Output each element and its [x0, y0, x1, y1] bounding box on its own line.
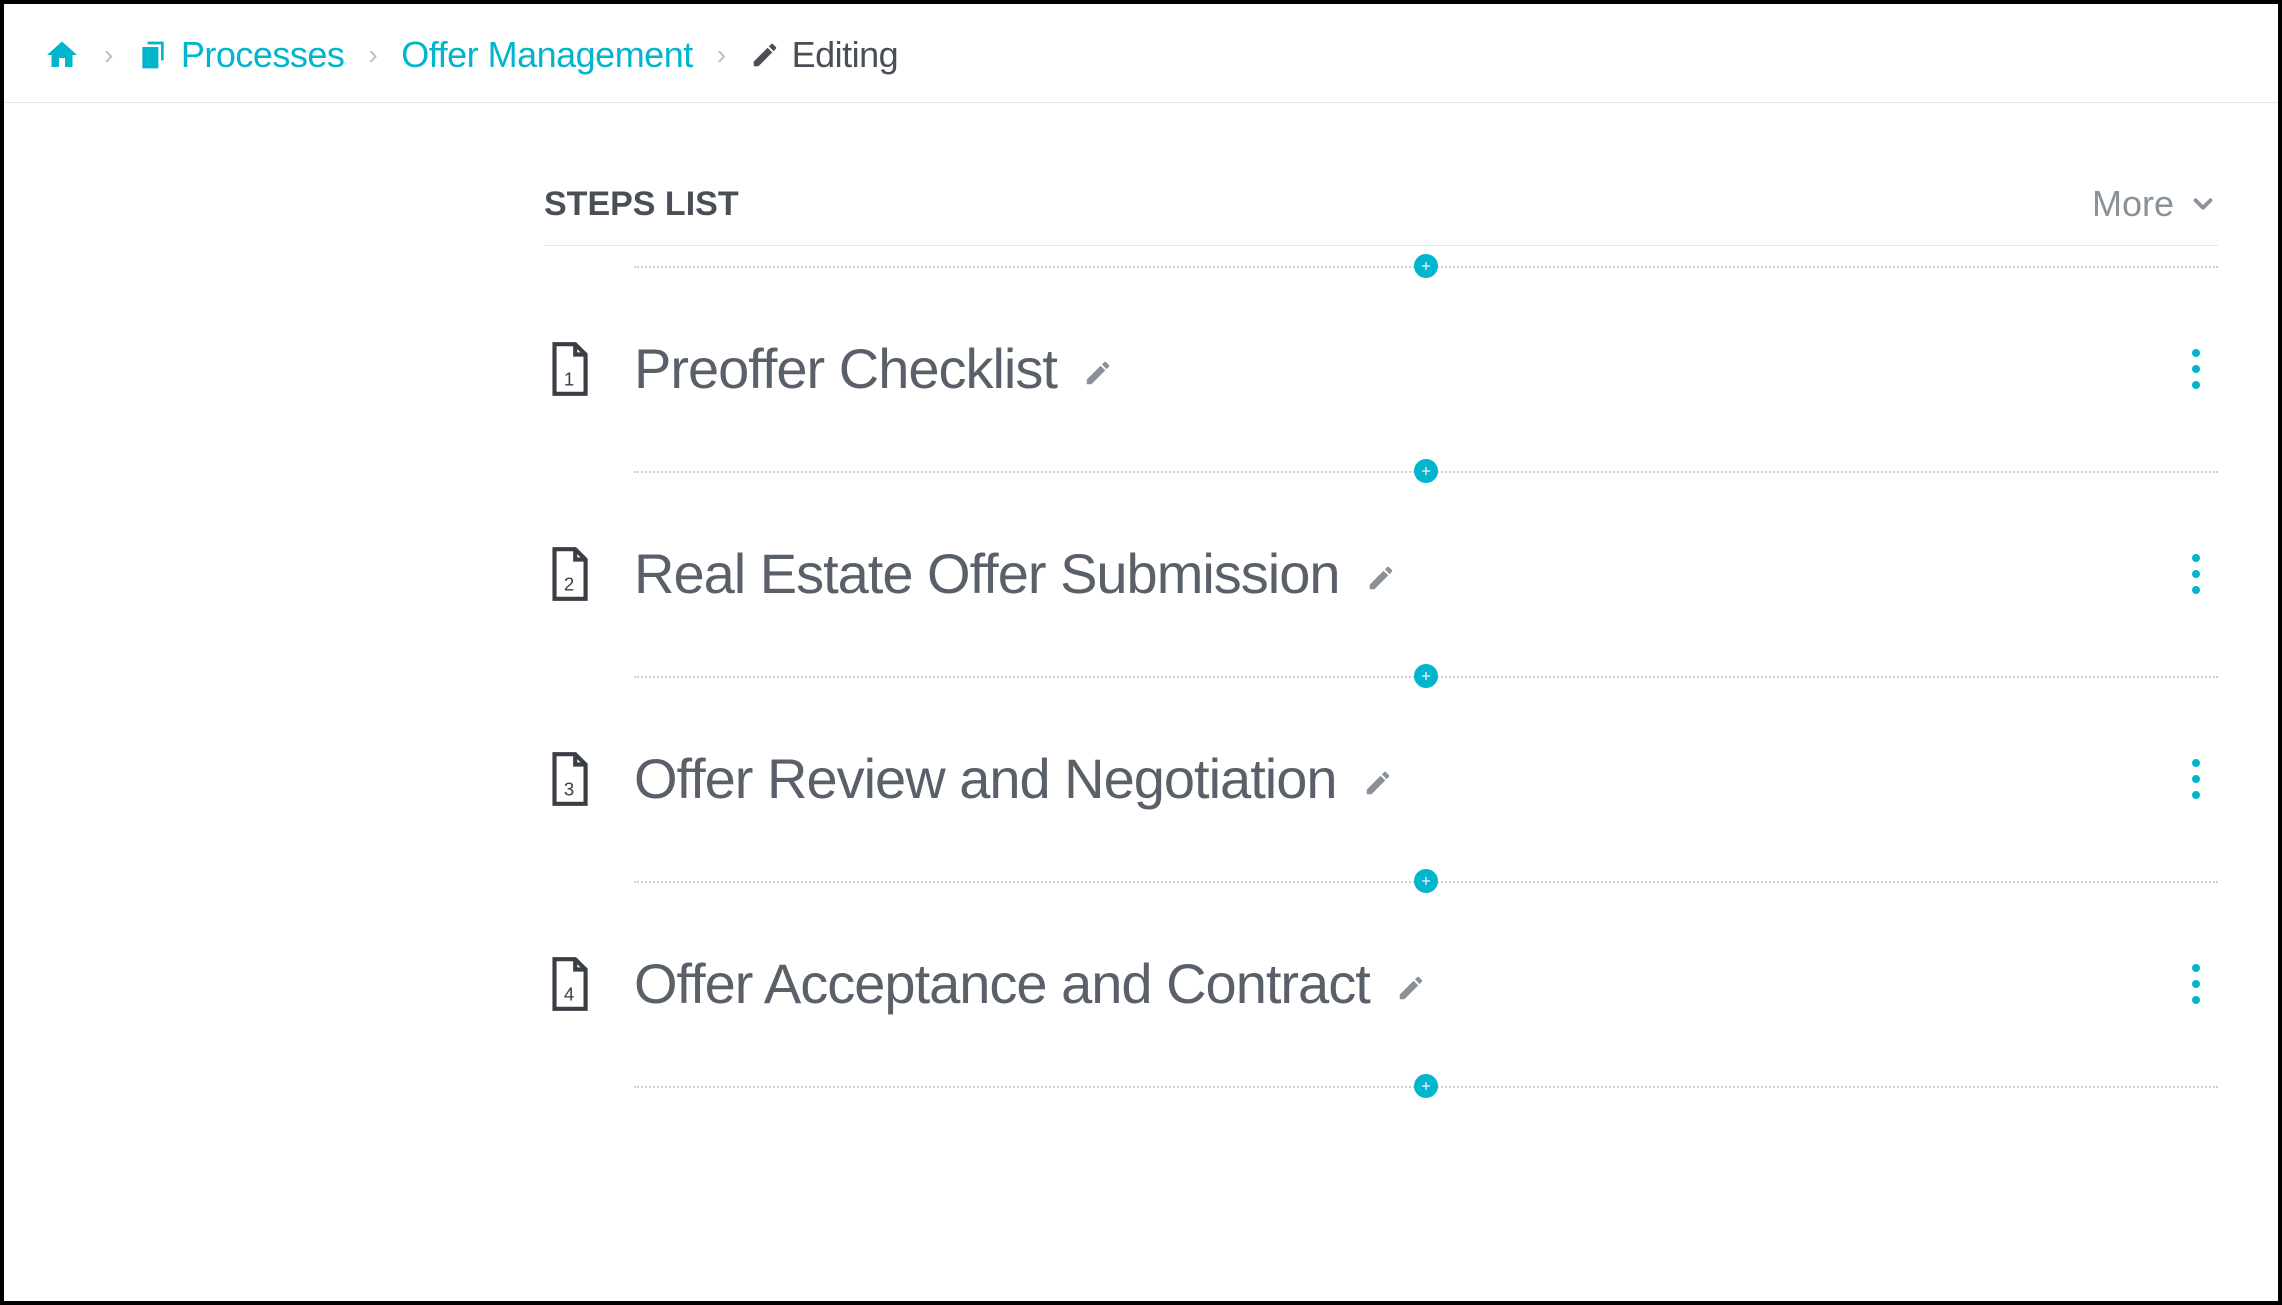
- chevron-right-icon: ›: [104, 39, 113, 71]
- chevron-down-icon: [2188, 189, 2218, 219]
- more-dropdown[interactable]: More: [2092, 183, 2218, 225]
- step-menu-button[interactable]: [2182, 339, 2210, 399]
- document-icon: 1: [544, 340, 594, 398]
- chevron-right-icon: ›: [368, 39, 377, 71]
- step-title: Real Estate Offer Submission: [634, 541, 1396, 606]
- step-title-text: Preoffer Checklist: [634, 336, 1057, 401]
- svg-text:1: 1: [564, 368, 574, 389]
- dot-icon: [2192, 759, 2200, 767]
- dot-icon: [2192, 964, 2200, 972]
- step-title: Offer Acceptance and Contract: [634, 951, 1426, 1016]
- pencil-icon: [1396, 973, 1426, 1003]
- home-icon: [44, 37, 80, 73]
- add-step-button[interactable]: [1414, 254, 1438, 278]
- add-step-separator: [634, 656, 2218, 696]
- plus-icon: [1419, 1079, 1433, 1093]
- step-title-text: Offer Review and Negotiation: [634, 746, 1337, 811]
- step-menu-button[interactable]: [2182, 544, 2210, 604]
- breadcrumb-editing-label: Editing: [792, 34, 899, 76]
- pencil-icon: [1366, 563, 1396, 593]
- dot-icon: [2192, 980, 2200, 988]
- more-label: More: [2092, 183, 2174, 225]
- edit-step-button[interactable]: [1366, 541, 1396, 606]
- step-title-text: Real Estate Offer Submission: [634, 541, 1340, 606]
- main-content: STEPS LIST More: [4, 103, 2278, 1106]
- plus-icon: [1419, 669, 1433, 683]
- edit-step-button[interactable]: [1363, 746, 1393, 811]
- steps-area: 1 Preoffer Checklist: [544, 246, 2218, 1106]
- step-title-text: Offer Acceptance and Contract: [634, 951, 1370, 1016]
- breadcrumb-processes[interactable]: Processes: [137, 34, 345, 76]
- dot-icon: [2192, 381, 2200, 389]
- step-doc-icon-wrap: 1: [544, 340, 634, 398]
- plus-icon: [1419, 259, 1433, 273]
- pencil-icon: [750, 40, 780, 70]
- breadcrumb-offer-management-label: Offer Management: [401, 34, 693, 76]
- breadcrumb-processes-label: Processes: [181, 34, 345, 76]
- step-row[interactable]: 3 Offer Review and Negotiation: [544, 696, 2218, 861]
- steps-list-title: STEPS LIST: [544, 185, 739, 224]
- document-icon: 4: [544, 955, 594, 1013]
- svg-text:4: 4: [564, 983, 574, 1004]
- plus-icon: [1419, 874, 1433, 888]
- step-menu-button[interactable]: [2182, 749, 2210, 809]
- dot-icon: [2192, 775, 2200, 783]
- breadcrumb-editing: Editing: [750, 34, 899, 76]
- svg-text:2: 2: [564, 573, 574, 594]
- pencil-icon: [1363, 768, 1393, 798]
- step-row[interactable]: 1 Preoffer Checklist: [544, 286, 2218, 451]
- dot-icon: [2192, 570, 2200, 578]
- add-step-button[interactable]: [1414, 1074, 1438, 1098]
- add-step-separator: [634, 451, 2218, 491]
- add-step-separator: [634, 246, 2218, 286]
- plus-icon: [1419, 464, 1433, 478]
- document-icon: 2: [544, 545, 594, 603]
- app-frame: › Processes › Offer Management › Editing…: [0, 0, 2282, 1305]
- pencil-icon: [1083, 358, 1113, 388]
- svg-text:3: 3: [564, 778, 574, 799]
- dot-icon: [2192, 554, 2200, 562]
- step-row[interactable]: 4 Offer Acceptance and Contract: [544, 901, 2218, 1066]
- step-row[interactable]: 2 Real Estate Offer Submission: [544, 491, 2218, 656]
- add-step-separator: [634, 861, 2218, 901]
- edit-step-button[interactable]: [1083, 336, 1113, 401]
- dot-icon: [2192, 586, 2200, 594]
- copy-icon: [137, 39, 169, 71]
- steps-list-header: STEPS LIST More: [544, 183, 2218, 246]
- dot-icon: [2192, 791, 2200, 799]
- step-doc-icon-wrap: 3: [544, 750, 634, 808]
- step-doc-icon-wrap: 2: [544, 545, 634, 603]
- add-step-separator: [634, 1066, 2218, 1106]
- dot-icon: [2192, 349, 2200, 357]
- step-title: Offer Review and Negotiation: [634, 746, 1393, 811]
- add-step-button[interactable]: [1414, 869, 1438, 893]
- dot-icon: [2192, 996, 2200, 1004]
- breadcrumb-offer-management[interactable]: Offer Management: [401, 34, 693, 76]
- chevron-right-icon: ›: [717, 39, 726, 71]
- add-step-button[interactable]: [1414, 664, 1438, 688]
- breadcrumb-home[interactable]: [44, 37, 80, 73]
- document-icon: 3: [544, 750, 594, 808]
- edit-step-button[interactable]: [1396, 951, 1426, 1016]
- step-doc-icon-wrap: 4: [544, 955, 634, 1013]
- step-menu-button[interactable]: [2182, 954, 2210, 1014]
- breadcrumb: › Processes › Offer Management › Editing: [4, 4, 2278, 103]
- dot-icon: [2192, 365, 2200, 373]
- add-step-button[interactable]: [1414, 459, 1438, 483]
- step-title: Preoffer Checklist: [634, 336, 1113, 401]
